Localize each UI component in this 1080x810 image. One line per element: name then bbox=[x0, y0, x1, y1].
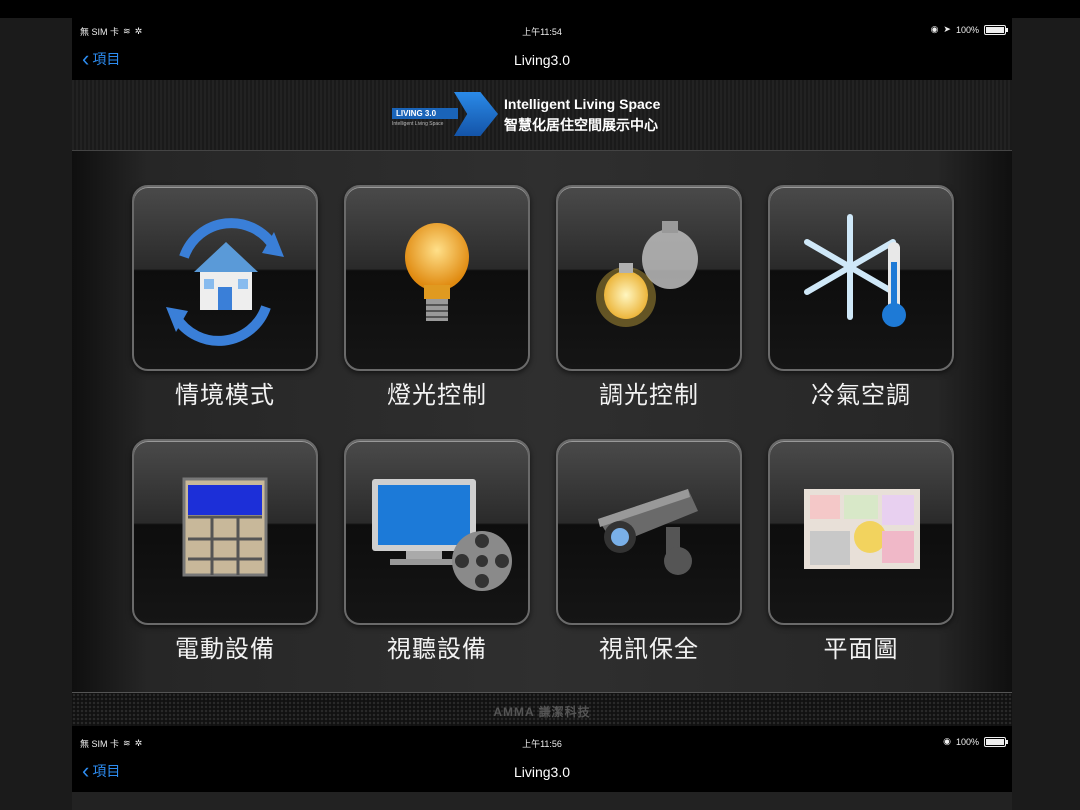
tile-audio-visual[interactable]: 視聽設備 bbox=[344, 439, 530, 665]
tile-icon-box bbox=[132, 185, 318, 371]
tile-scene-mode[interactable]: 情境模式 bbox=[132, 185, 318, 411]
window-shade-icon bbox=[182, 477, 268, 577]
logo-badge: LIVING 3.0 bbox=[392, 108, 458, 119]
tile-motorized-devices[interactable]: 電動設備 bbox=[132, 439, 318, 665]
tile-lighting-control[interactable]: 燈光控制 bbox=[344, 185, 530, 411]
status-time-2: 上午11:56 bbox=[522, 739, 562, 749]
tile-label: 燈光控制 bbox=[387, 382, 487, 409]
app-footer: AMMA 謙潔科技 bbox=[72, 692, 1012, 726]
tile-icon-box bbox=[556, 439, 742, 625]
battery-percent: 100% bbox=[955, 24, 979, 35]
house-cycle-icon bbox=[166, 218, 284, 346]
battery-icon bbox=[984, 24, 1008, 35]
lightbulb-icon bbox=[405, 223, 469, 321]
tile-label: 冷氣空調 bbox=[811, 382, 911, 409]
lock-rotation-icon: ◉ bbox=[930, 24, 939, 34]
tile-label: 視訊保全 bbox=[599, 636, 699, 663]
tile-floor-plan[interactable]: 平面圖 bbox=[768, 439, 954, 665]
nav-title: Living3.0 bbox=[513, 52, 571, 68]
tile-label: 視聽設備 bbox=[387, 636, 487, 663]
status-bar: 無 SIM 卡 ≋ ✲ 上午11:54 ◉ ➤ 100% bbox=[72, 18, 1012, 42]
app-content-2 bbox=[72, 792, 1012, 810]
tile-dimmer-control[interactable]: 調光控制 bbox=[556, 185, 742, 411]
status-right: ◉ ➤ 100% bbox=[930, 24, 1008, 35]
logo-title-zh: 智慧化居住空間展示中心 bbox=[504, 117, 658, 133]
tile-video-security[interactable]: 視訊保全 bbox=[556, 439, 742, 665]
top-bezel bbox=[0, 0, 1080, 18]
app-content: LIVING 3.0 Intelligent Living Space Inte… bbox=[72, 80, 1012, 726]
status-bar-2: 無 SIM 卡 ≋ ✲ 上午11:56 ◉ 100% bbox=[72, 730, 1012, 754]
logo-badge-sub: Intelligent Living Space bbox=[392, 121, 444, 127]
floor-plan-icon bbox=[804, 489, 920, 569]
status-right-2: ◉ 100% bbox=[943, 736, 1008, 747]
tile-icon-box bbox=[132, 439, 318, 625]
battery-percent-2: 100% bbox=[955, 736, 979, 747]
tile-label: 電動設備 bbox=[175, 636, 275, 663]
lock-rotation-icon: ◉ bbox=[943, 736, 951, 746]
battery-icon bbox=[984, 736, 1008, 747]
app-header: LIVING 3.0 Intelligent Living Space Inte… bbox=[72, 80, 1012, 151]
nav-title-2: Living3.0 bbox=[513, 764, 571, 780]
ipad-screen: 無 SIM 卡 ≋ ✲ 上午11:54 ◉ ➤ 100% ‹ 項目 Living… bbox=[72, 18, 1012, 810]
tile-label: 情境模式 bbox=[175, 382, 275, 409]
tile-label: 調光控制 bbox=[599, 382, 699, 409]
living-logo: LIVING 3.0 Intelligent Living Space Inte… bbox=[392, 90, 712, 142]
logo-arrow-icon bbox=[454, 92, 498, 136]
tile-label: 平面圖 bbox=[823, 636, 899, 663]
snowflake-thermometer-icon bbox=[804, 214, 906, 327]
dimmer-bulbs-icon bbox=[596, 221, 698, 327]
tv-film-reel-icon bbox=[372, 479, 512, 591]
navigation-bar-2: ‹ 項目 Living3.0 bbox=[72, 754, 1012, 790]
tile-icon-box bbox=[344, 439, 530, 625]
status-time: 上午11:54 bbox=[522, 27, 562, 37]
security-camera-icon bbox=[598, 489, 698, 575]
footer-brand: AMMA 謙潔科技 bbox=[493, 705, 591, 719]
tile-icon-box bbox=[344, 185, 530, 371]
navigation-bar: ‹ 項目 Living3.0 bbox=[72, 42, 1012, 78]
tile-icon-box bbox=[768, 439, 954, 625]
location-icon: ➤ bbox=[943, 24, 951, 34]
tile-icon-box bbox=[768, 185, 954, 371]
tile-icon-box bbox=[556, 185, 742, 371]
logo-title-en: Intelligent Living Space bbox=[504, 96, 661, 112]
tile-air-conditioning[interactable]: 冷氣空調 bbox=[768, 185, 954, 411]
